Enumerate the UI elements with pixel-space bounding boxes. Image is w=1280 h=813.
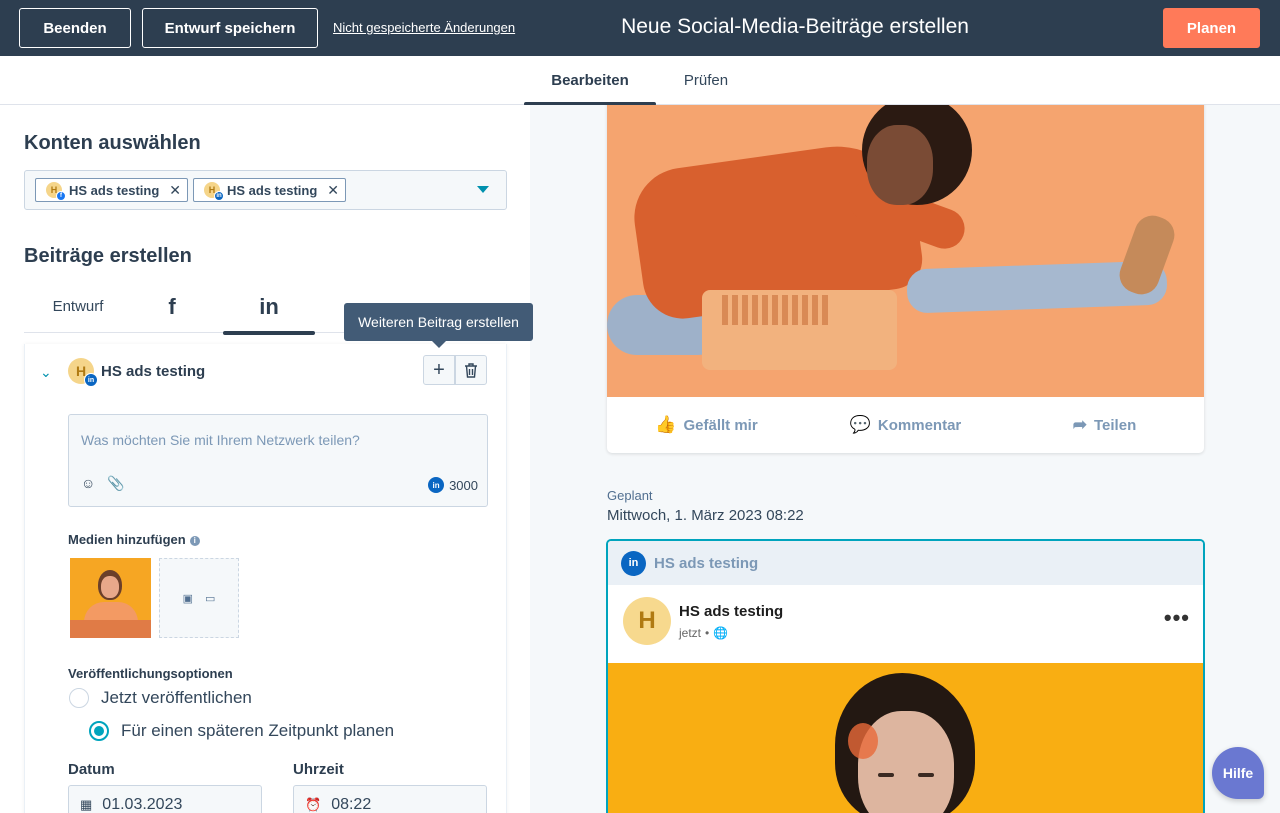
account-chip-linkedin: H in HS ads testing ✕ [193, 178, 346, 202]
facebook-actions: 👍 Gefällt mir 💬 Kommentar ➦ Teilen [607, 397, 1204, 453]
account-avatar: H in [204, 182, 224, 201]
post-image [608, 663, 1203, 813]
share-action[interactable]: ➦ Teilen [1005, 415, 1204, 435]
linkedin-badge-icon: in [214, 191, 224, 201]
facebook-preview-card: 👍 Gefällt mir 💬 Kommentar ➦ Teilen [607, 105, 1204, 453]
scheduled-label: Geplant [607, 488, 653, 503]
globe-icon: 🌐 [713, 626, 729, 640]
linkedin-badge-icon: in [84, 373, 98, 387]
post-composer: ☺ 📎 in 3000 [68, 414, 488, 507]
post-text-input[interactable] [81, 432, 471, 448]
linkedin-icon: in [621, 550, 646, 576]
post-meta: jetzt • 🌐 [679, 626, 729, 640]
trash-svg [465, 362, 477, 378]
info-icon: i [189, 535, 200, 546]
plan-button[interactable]: Planen [1163, 8, 1260, 48]
time-field[interactable]: ⏰ 08:22 [293, 785, 487, 813]
post-preview: 👍 Gefällt mir 💬 Kommentar ➦ Teilen Gepla… [530, 105, 1280, 813]
time-label: Uhrzeit [293, 761, 344, 778]
account-chip-facebook: H f HS ads testing ✕ [35, 178, 188, 202]
char-counter: in 3000 [428, 477, 478, 493]
post-image [607, 105, 1204, 397]
date-label: Datum [68, 761, 115, 778]
chevron-down-icon[interactable]: ⌄ [40, 364, 52, 381]
linkedin-preview-card[interactable]: in HS ads testing H HS ads testing jetzt… [606, 539, 1205, 813]
media-label: Medien hinzufügen i [68, 532, 200, 547]
editor-panel: Konten auswählen H f HS ads testing ✕ H … [0, 105, 533, 813]
author-name: HS ads testing [679, 603, 784, 620]
top-bar: Beenden Entwurf speichern Nicht gespeich… [0, 0, 1280, 56]
video-icon: ▭ [205, 592, 216, 605]
remove-chip-icon[interactable]: ✕ [169, 182, 181, 199]
add-media-button[interactable]: ▣ ▭ [159, 558, 239, 638]
radio-button[interactable] [69, 688, 89, 708]
linkedin-post-card: ⌄ H in HS ads testing + ☺ 📎 in 3000 Medi… [24, 344, 507, 813]
image-icon: ▣ [182, 592, 193, 605]
thumbs-up-icon: 👍 [655, 415, 677, 434]
calendar-icon: ▦ [80, 797, 93, 812]
account-avatar: H f [46, 182, 66, 201]
alarm-clock-icon: ⏰ [305, 797, 322, 812]
chip-label: HS ads testing [227, 182, 318, 198]
emoji-icon[interactable]: ☺ [81, 475, 95, 491]
page-title: Neue Social-Media-Beiträge erstellen [621, 15, 969, 38]
attachment-icon[interactable]: 📎 [107, 475, 124, 492]
tab-review[interactable]: Prüfen [670, 56, 742, 105]
trash-icon[interactable] [455, 355, 487, 385]
radio-schedule-later[interactable]: Für einen späteren Zeitpunkt planen [89, 721, 394, 741]
publish-options-label: Veröffentlichungsoptionen [68, 666, 233, 681]
chip-label: HS ads testing [69, 182, 160, 198]
save-draft-button[interactable]: Entwurf speichern [142, 8, 318, 48]
scheduled-date: Mittwoch, 1. März 2023 08:22 [607, 507, 804, 524]
facebook-icon[interactable]: f [144, 280, 200, 333]
help-button[interactable]: Hilfe [1212, 747, 1264, 799]
add-post-button[interactable]: + [423, 355, 455, 385]
comment-icon: 💬 [849, 415, 871, 434]
remove-chip-icon[interactable]: ✕ [327, 182, 339, 199]
account-select[interactable]: H f HS ads testing ✕ H in HS ads testing… [24, 170, 507, 210]
main-tabs: Bearbeiten Prüfen [0, 56, 1280, 106]
linkedin-author-row: H HS ads testing jetzt • 🌐 ••• [608, 585, 1203, 663]
linkedin-icon: in [428, 477, 445, 493]
avatar: H [623, 597, 671, 645]
more-options-icon[interactable]: ••• [1164, 605, 1190, 631]
preview-account-name: HS ads testing [654, 554, 759, 572]
linkedin-icon[interactable]: in [223, 280, 315, 335]
tab-draft[interactable]: Entwurf [32, 280, 124, 333]
facebook-badge-icon: f [56, 191, 66, 201]
dropdown-caret-icon[interactable] [477, 186, 489, 193]
linkedin-preview-header: in HS ads testing [608, 541, 1203, 585]
posts-heading: Beiträge erstellen [24, 245, 192, 267]
account-avatar: H in [68, 358, 98, 387]
tab-edit[interactable]: Bearbeiten [524, 56, 656, 106]
radio-button-selected[interactable] [89, 721, 109, 741]
like-action[interactable]: 👍 Gefällt mir [607, 415, 806, 435]
accounts-heading: Konten auswählen [24, 132, 201, 154]
radio-publish-now[interactable]: Jetzt veröffentlichen [69, 688, 252, 708]
share-icon: ➦ [1072, 415, 1087, 434]
media-thumbnail[interactable] [70, 558, 151, 638]
date-field[interactable]: ▦ 01.03.2023 [68, 785, 262, 813]
add-post-tooltip: Weiteren Beitrag erstellen [344, 303, 533, 348]
unsaved-changes-link[interactable]: Nicht gespeicherte Änderungen [333, 20, 515, 35]
end-button[interactable]: Beenden [19, 8, 131, 48]
comment-action[interactable]: 💬 Kommentar [806, 415, 1005, 435]
card-account-name: HS ads testing [101, 363, 206, 380]
